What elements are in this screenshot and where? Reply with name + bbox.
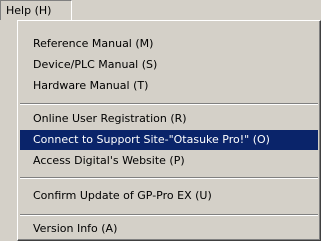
menubar-help[interactable]: Help (H) [0,0,72,20]
menu-item-connect-support-site[interactable]: Connect to Support Site-"Otasuke Pro!" (… [20,130,318,150]
menu-item-version-info[interactable]: Version Info (A) [20,219,318,239]
menu-item-hardware-manual[interactable]: Hardware Manual (T) [20,76,318,96]
menu-item-access-digital-website[interactable]: Access Digital's Website (P) [20,151,318,171]
menu-separator [20,103,318,105]
menu-item-device-plc-manual[interactable]: Device/PLC Manual (S) [20,55,318,75]
help-dropdown-menu: Reference Manual (M) Device/PLC Manual (… [17,20,321,241]
menu-item-reference-manual[interactable]: Reference Manual (M) [20,34,318,54]
menu-separator [20,214,318,216]
menu-item-confirm-update[interactable]: Confirm Update of GP-Pro EX (U) [20,186,318,206]
menu-item-online-user-registration[interactable]: Online User Registration (R) [20,109,318,129]
menu-separator [20,177,318,179]
